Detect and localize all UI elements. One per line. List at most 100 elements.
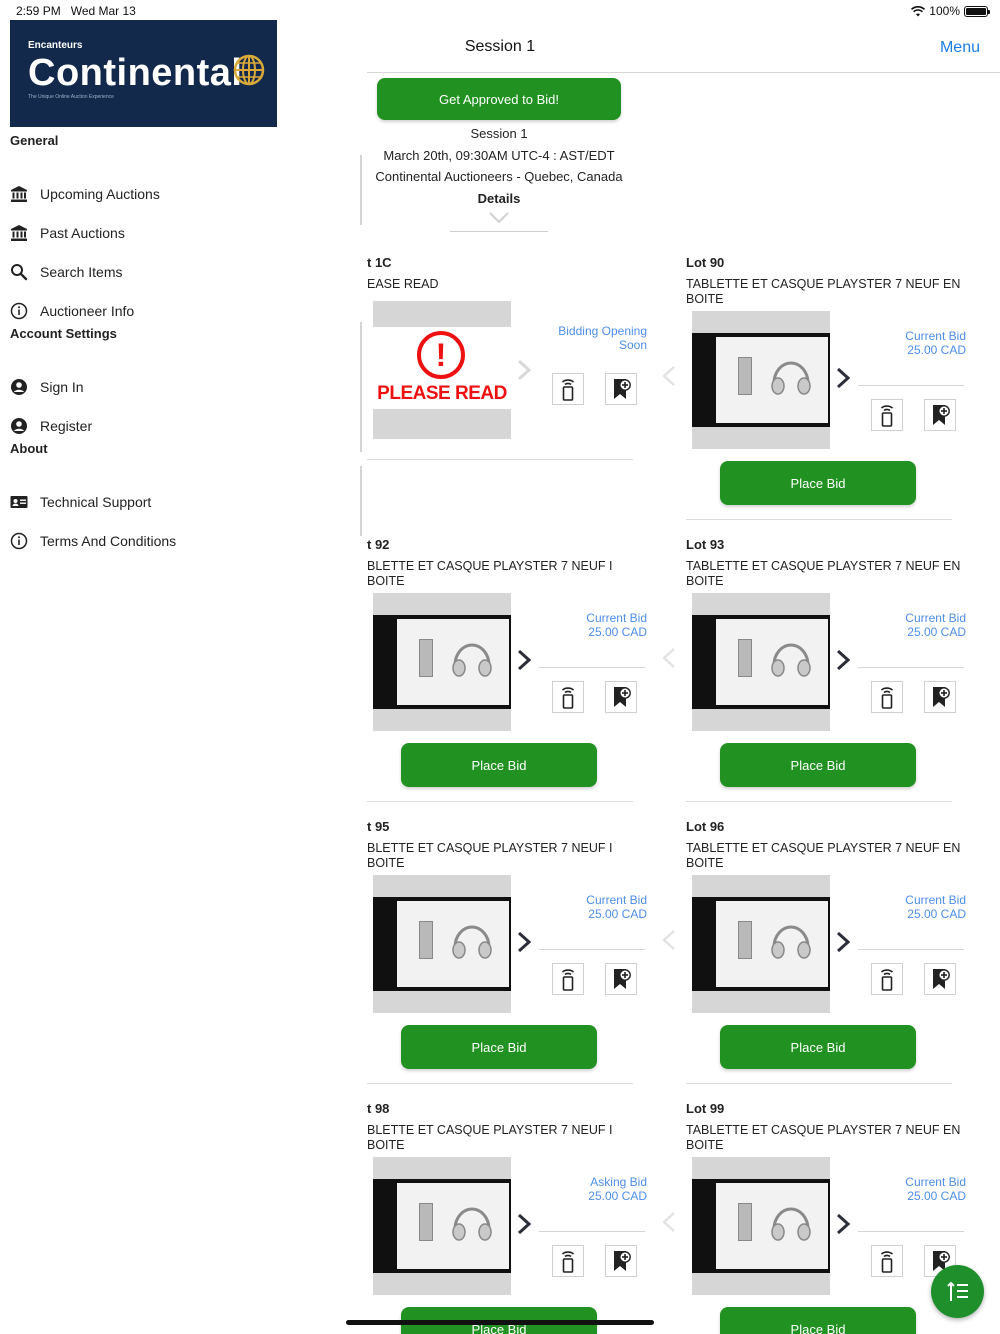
remote-bid-button[interactable] bbox=[552, 1245, 584, 1277]
bookmark-add-icon bbox=[930, 967, 950, 991]
place-bid-button[interactable]: Place Bid bbox=[720, 743, 916, 787]
nav-label: Upcoming Auctions bbox=[40, 186, 160, 202]
lot-card[interactable]: Lot 96 TABLETTE ET CASQUE PLAYSTER 7 NEUF… bbox=[662, 819, 966, 1101]
session-name: Session 1 bbox=[470, 126, 528, 141]
bank-icon bbox=[10, 185, 28, 203]
logo-small-text: Encanteurs bbox=[28, 40, 83, 51]
chevron-right-icon[interactable] bbox=[836, 931, 851, 953]
lot-image[interactable] bbox=[692, 1157, 830, 1295]
lot-card[interactable]: t 1C EASE READ! PLEASE READ Bidding Opening… bbox=[367, 255, 647, 537]
bid-value: 25.00 CAD bbox=[907, 625, 966, 639]
product-box bbox=[716, 901, 828, 987]
watchlist-button[interactable] bbox=[605, 1245, 637, 1277]
chevron-right-icon[interactable] bbox=[517, 359, 532, 381]
tablet-image bbox=[419, 921, 433, 959]
chevron-right-icon[interactable] bbox=[517, 649, 532, 671]
place-bid-button[interactable]: Place Bid bbox=[401, 743, 597, 787]
nav-label: Register bbox=[40, 418, 93, 434]
chevron-left-icon[interactable] bbox=[662, 365, 676, 387]
sort-list-button[interactable] bbox=[931, 1265, 984, 1318]
logo-big-text: Continental bbox=[28, 52, 243, 94]
product-box bbox=[397, 1183, 509, 1269]
watchlist-button[interactable] bbox=[605, 373, 637, 405]
remote-bid-button[interactable] bbox=[871, 399, 903, 431]
lot-number: t 95 bbox=[367, 819, 390, 834]
header-divider bbox=[367, 72, 1000, 73]
session-date: March 20th, 09:30AM UTC-4 : AST/EDT bbox=[383, 148, 615, 163]
lot-image[interactable] bbox=[692, 593, 830, 731]
remote-bid-button[interactable] bbox=[871, 1245, 903, 1277]
remote-bid-button[interactable] bbox=[552, 963, 584, 995]
watchlist-button[interactable] bbox=[605, 681, 637, 713]
chevron-right-icon[interactable] bbox=[517, 931, 532, 953]
remote-bid-button[interactable] bbox=[871, 963, 903, 995]
place-bid-button[interactable]: Place Bid bbox=[401, 1025, 597, 1069]
battery-fill bbox=[966, 7, 986, 15]
nav-past-auctions[interactable]: Past Auctions bbox=[10, 221, 125, 245]
place-bid-button[interactable]: Place Bid bbox=[720, 1307, 916, 1334]
warning-icon: ! bbox=[417, 331, 465, 379]
watchlist-button[interactable] bbox=[924, 399, 956, 431]
remote-bid-icon bbox=[558, 377, 578, 401]
bookmark-add-icon bbox=[930, 685, 950, 709]
nav-terms-and-conditions[interactable]: Terms And Conditions bbox=[10, 529, 176, 553]
place-bid-button[interactable]: Place Bid bbox=[720, 461, 916, 505]
chevron-right-icon[interactable] bbox=[517, 1213, 532, 1235]
get-approved-button[interactable]: Get Approved to Bid! bbox=[377, 78, 621, 120]
lot-image[interactable] bbox=[373, 593, 511, 731]
product-box bbox=[716, 337, 828, 423]
remote-bid-button[interactable] bbox=[552, 681, 584, 713]
nav-label: Terms And Conditions bbox=[40, 533, 177, 549]
lot-image[interactable] bbox=[692, 311, 830, 449]
card-divider bbox=[686, 519, 952, 520]
headphones-icon bbox=[771, 643, 811, 677]
lot-card[interactable]: t 98 BLETTE ET CASQUE PLAYSTER 7 NEUF I B… bbox=[367, 1101, 647, 1334]
lot-title: TABLETTE ET CASQUE PLAYSTER 7 NEUF EN BO… bbox=[686, 1123, 961, 1152]
lot-card[interactable]: Lot 99 TABLETTE ET CASQUE PLAYSTER 7 NEUF… bbox=[662, 1101, 966, 1334]
chevron-right-icon[interactable] bbox=[836, 649, 851, 671]
nav-label: Sign In bbox=[40, 379, 84, 395]
remote-bid-button[interactable] bbox=[552, 373, 584, 405]
chevron-left-icon[interactable] bbox=[662, 929, 676, 951]
lot-image[interactable] bbox=[373, 875, 511, 1013]
chevron-left-icon[interactable] bbox=[662, 647, 676, 669]
pane-divider bbox=[360, 466, 362, 536]
nav-upcoming-auctions[interactable]: Upcoming Auctions bbox=[10, 182, 160, 206]
watchlist-button[interactable] bbox=[605, 963, 637, 995]
lot-image[interactable] bbox=[692, 875, 830, 1013]
chevron-right-icon[interactable] bbox=[836, 367, 851, 389]
nav-register[interactable]: Register bbox=[10, 414, 92, 438]
session-location: Continental Auctioneers - Quebec, Canada bbox=[375, 169, 623, 184]
menu-button[interactable]: Menu bbox=[940, 39, 980, 57]
headphones-icon bbox=[771, 925, 811, 959]
bid-label: Asking Bid bbox=[590, 1175, 647, 1189]
nav-search-items[interactable]: Search Items bbox=[10, 260, 122, 284]
lot-image[interactable]: ! PLEASE READ bbox=[373, 301, 511, 439]
bookmark-add-icon bbox=[611, 1249, 631, 1273]
bid-value: 25.00 CAD bbox=[907, 343, 966, 357]
chevron-down-icon[interactable] bbox=[488, 210, 510, 226]
chevron-left-icon[interactable] bbox=[662, 1211, 676, 1233]
remote-bid-icon bbox=[558, 1249, 578, 1273]
nav-technical-support[interactable]: Technical Support bbox=[10, 490, 151, 514]
bid-divider bbox=[858, 667, 964, 668]
product-box bbox=[716, 619, 828, 705]
nav-sign-in[interactable]: Sign In bbox=[10, 375, 84, 399]
lot-number: t 92 bbox=[367, 537, 390, 552]
details-toggle[interactable]: Details bbox=[367, 191, 631, 206]
lot-image[interactable] bbox=[373, 1157, 511, 1295]
photo-background bbox=[373, 1179, 511, 1273]
watchlist-button[interactable] bbox=[924, 963, 956, 995]
watchlist-button[interactable] bbox=[924, 681, 956, 713]
photo-background bbox=[692, 897, 830, 991]
lot-card[interactable]: Lot 93 TABLETTE ET CASQUE PLAYSTER 7 NEUF… bbox=[662, 537, 966, 819]
lot-card[interactable]: t 92 BLETTE ET CASQUE PLAYSTER 7 NEUF I B… bbox=[367, 537, 647, 819]
place-bid-button[interactable]: Place Bid bbox=[720, 1025, 916, 1069]
lot-card[interactable]: t 95 BLETTE ET CASQUE PLAYSTER 7 NEUF I B… bbox=[367, 819, 647, 1101]
nav-auctioneer-info[interactable]: Auctioneer Info bbox=[10, 299, 134, 323]
remote-bid-button[interactable] bbox=[871, 681, 903, 713]
user-circle-icon bbox=[10, 417, 28, 435]
chevron-right-icon[interactable] bbox=[836, 1213, 851, 1235]
bid-label: Current Bid bbox=[586, 611, 647, 625]
lot-card[interactable]: Lot 90 TABLETTE ET CASQUE PLAYSTER 7 NEUF… bbox=[662, 255, 966, 537]
